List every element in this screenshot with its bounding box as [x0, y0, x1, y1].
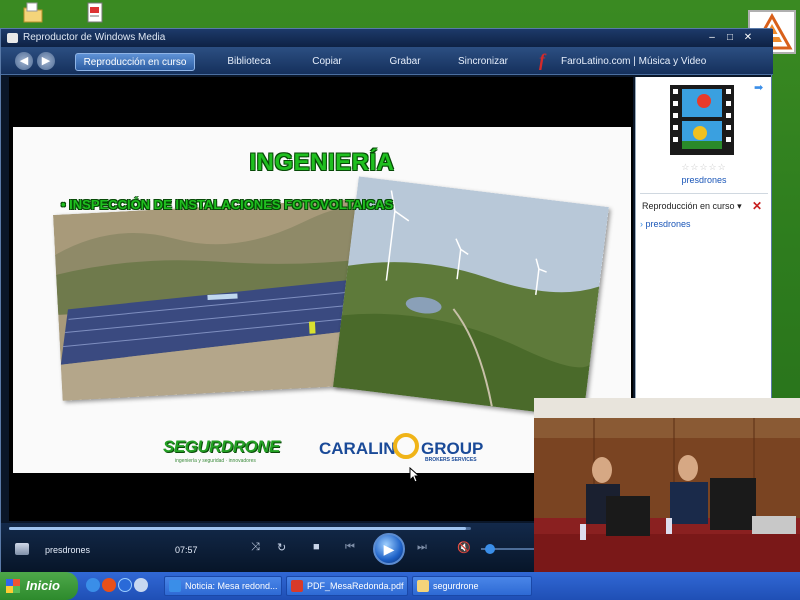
- forward-button[interactable]: ▶: [37, 52, 55, 70]
- media-title-link[interactable]: presdrones: [636, 175, 772, 185]
- repeat-button[interactable]: ↻: [277, 541, 286, 554]
- segurdrone-logo: SEGURDRONE: [163, 437, 280, 456]
- minimize-button[interactable]: –: [705, 32, 719, 44]
- mute-button[interactable]: 🔇: [457, 541, 471, 554]
- caralin-group-text: GROUP: [421, 439, 484, 458]
- wind-farm-photo: [333, 176, 609, 418]
- webcam-overlay: [534, 398, 800, 572]
- tab-sync[interactable]: Sincronizar: [447, 53, 519, 71]
- previous-button[interactable]: ⏮: [345, 541, 355, 554]
- pdf-icon: [291, 580, 303, 592]
- nav-bar: ◀ ▶ Reproducción en curso Biblioteca Cop…: [1, 47, 773, 75]
- clear-list-icon[interactable]: ✕: [752, 199, 762, 213]
- playlist-dropdown[interactable]: Reproducción en curso ▾: [642, 201, 742, 212]
- playlist-dropdown-label: Reproducción en curso: [642, 201, 735, 211]
- play-button[interactable]: ▶: [373, 533, 405, 565]
- chevron-down-icon: ▾: [737, 201, 742, 211]
- seek-bar[interactable]: [9, 527, 471, 530]
- volume-thumb[interactable]: [485, 544, 495, 554]
- playlist-item[interactable]: › presdrones: [640, 219, 691, 229]
- caralin-logo-text: CARALIN: [319, 439, 396, 458]
- media-player-quicklaunch-icon[interactable]: [134, 578, 148, 592]
- farolatino-logo-icon: f: [539, 50, 545, 70]
- windows-logo-icon: [6, 579, 20, 593]
- tab-burn[interactable]: Grabar: [375, 53, 435, 71]
- title-bar: Reproductor de Windows Media – □ ✕: [1, 29, 773, 47]
- taskbar-item-noticia[interactable]: Noticia: Mesa redond...: [164, 576, 282, 596]
- media-player-icon: [7, 33, 18, 43]
- segurdrone-tagline: ingeniería y seguridad · innovadores: [175, 458, 256, 464]
- folder-desktop-icon[interactable]: [22, 2, 44, 24]
- start-button[interactable]: Inicio: [0, 572, 78, 600]
- mouse-cursor-icon: [409, 467, 421, 483]
- tab-now-playing[interactable]: Reproducción en curso: [75, 53, 195, 71]
- shuffle-button[interactable]: ⤨: [251, 541, 260, 554]
- firefox-icon[interactable]: [102, 578, 116, 592]
- start-label: Inicio: [26, 578, 60, 593]
- tab-library[interactable]: Biblioteca: [213, 53, 285, 71]
- now-playing-icon: [15, 543, 29, 555]
- folder-icon: [417, 580, 429, 592]
- solar-farm-photo: [53, 198, 375, 401]
- close-button[interactable]: ✕: [741, 32, 755, 44]
- film-thumbnail-icon: [670, 85, 734, 155]
- caralin-g-icon: [393, 433, 419, 459]
- seek-progress-fill: [9, 527, 467, 530]
- show-desktop-icon[interactable]: [86, 578, 100, 592]
- ie-icon: [169, 580, 181, 592]
- caralin-brokers-text: BROKERS SERVICES: [425, 457, 477, 463]
- pane-divider: [640, 193, 768, 194]
- taskbar-item-pdf[interactable]: PDF_MesaRedonda.pdf: [286, 576, 408, 596]
- tab-farolatino[interactable]: FaroLatino.com | Música y Video: [561, 53, 721, 71]
- slide-bullet: • INSPECCIÓN DE INSTALACIONES FOTOVOLTAI…: [61, 197, 394, 212]
- back-button[interactable]: ◀: [15, 52, 33, 70]
- current-media-name: presdrones: [45, 545, 91, 555]
- playlist-pane: ➡ ☆☆☆☆☆ presdrones Reproducción en curso…: [635, 77, 771, 399]
- document-desktop-icon[interactable]: [84, 2, 106, 24]
- next-button[interactable]: ⏭: [417, 541, 427, 554]
- pane-arrow-icon[interactable]: ➡: [754, 81, 763, 94]
- rating-stars[interactable]: ☆☆☆☆☆: [636, 162, 772, 173]
- window-title: Reproductor de Windows Media: [23, 32, 166, 43]
- ie-quicklaunch-icon[interactable]: [118, 578, 132, 592]
- taskbar-item-segurdrone[interactable]: segurdrone: [412, 576, 532, 596]
- elapsed-time: 07:57: [175, 545, 198, 555]
- slide-title: INGENIERÍA: [249, 149, 395, 176]
- taskbar: Inicio Noticia: Mesa redond... PDF_MesaR…: [0, 572, 800, 600]
- stop-button[interactable]: ■: [313, 541, 320, 553]
- tab-rip[interactable]: Copiar: [295, 53, 359, 71]
- maximize-button[interactable]: □: [723, 32, 737, 44]
